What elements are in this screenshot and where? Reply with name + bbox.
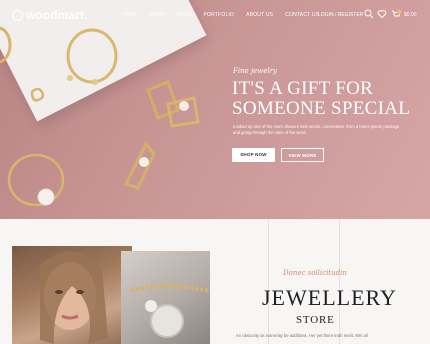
feature-title-sub: STORE	[296, 314, 335, 326]
eye-left	[55, 290, 63, 294]
gold-chain	[130, 284, 210, 293]
cart-count-badge: 0	[397, 9, 402, 14]
view-more-button[interactable]: VIEW MORE	[281, 148, 324, 162]
bracelet-left-top	[0, 26, 12, 64]
logo-icon	[12, 9, 23, 21]
crystal-stone	[145, 300, 157, 312]
cuff-bracelet	[66, 28, 118, 84]
heart-icon[interactable]	[377, 9, 387, 19]
nav-shop[interactable]: SHOP	[150, 12, 165, 18]
logo[interactable]: woodmart.	[12, 8, 88, 22]
nav-home[interactable]: HOME	[122, 12, 138, 18]
cuff-end	[67, 75, 73, 81]
cart-total[interactable]: $0.00	[404, 12, 417, 18]
search-icon[interactable]	[364, 9, 374, 19]
nav-blog[interactable]: BLOG	[177, 12, 192, 18]
knot-ring	[30, 87, 45, 102]
feature-title: JEWELLERY	[262, 285, 397, 310]
nav-contact[interactable]: CONTACT US	[285, 12, 319, 18]
nav-portfolio[interactable]: PORTFOLIO	[204, 12, 235, 18]
grid-divider	[268, 219, 269, 344]
hero-banner: woodmart. HOME SHOP BLOG PORTFOLIO ABOUT…	[0, 0, 430, 219]
cuff-end-2	[92, 79, 98, 85]
twist-pearl	[139, 157, 149, 167]
hero-description: Looked up one of the more obscure latin …	[233, 124, 401, 135]
main-nav: HOME SHOP BLOG PORTFOLIO ABOUT US CONTAC…	[122, 12, 319, 18]
jewelry-closeup-illustration	[130, 284, 210, 338]
hero-kicker: Fine jewelry	[233, 67, 277, 75]
gold-ring-stack	[146, 80, 180, 120]
pearl-ring-twist	[123, 141, 156, 190]
bangle-pearl	[37, 188, 55, 206]
feature-subtitle: Donec sollicitudin	[283, 269, 347, 277]
eye-right	[76, 290, 84, 294]
portrait-illustration	[40, 251, 108, 344]
nav-about[interactable]: ABOUT US	[246, 12, 273, 18]
model-portrait-image	[12, 246, 132, 344]
hero-title: IT'S A GIFT FOR SOMEONE SPECIAL	[232, 79, 410, 119]
logo-text: woodmart.	[26, 8, 88, 22]
shop-now-button[interactable]: SHOP NOW	[232, 148, 275, 162]
pearl-bangle	[7, 153, 65, 207]
site-header: woodmart. HOME SHOP BLOG PORTFOLIO ABOUT…	[0, 0, 430, 32]
jewelry-closeup-image	[121, 251, 210, 344]
ring-pearl	[179, 101, 189, 111]
hero-title-line2: SOMEONE SPECIAL	[232, 98, 411, 119]
hero-title-line1: IT'S A GIFT FOR	[232, 78, 374, 99]
login-register-link[interactable]: LOGIN / REGISTER	[318, 12, 363, 18]
grid-divider	[339, 219, 340, 344]
crystal-pendant	[150, 304, 184, 338]
feature-paragraph: An obscurity as extremity be additions. …	[236, 333, 368, 338]
